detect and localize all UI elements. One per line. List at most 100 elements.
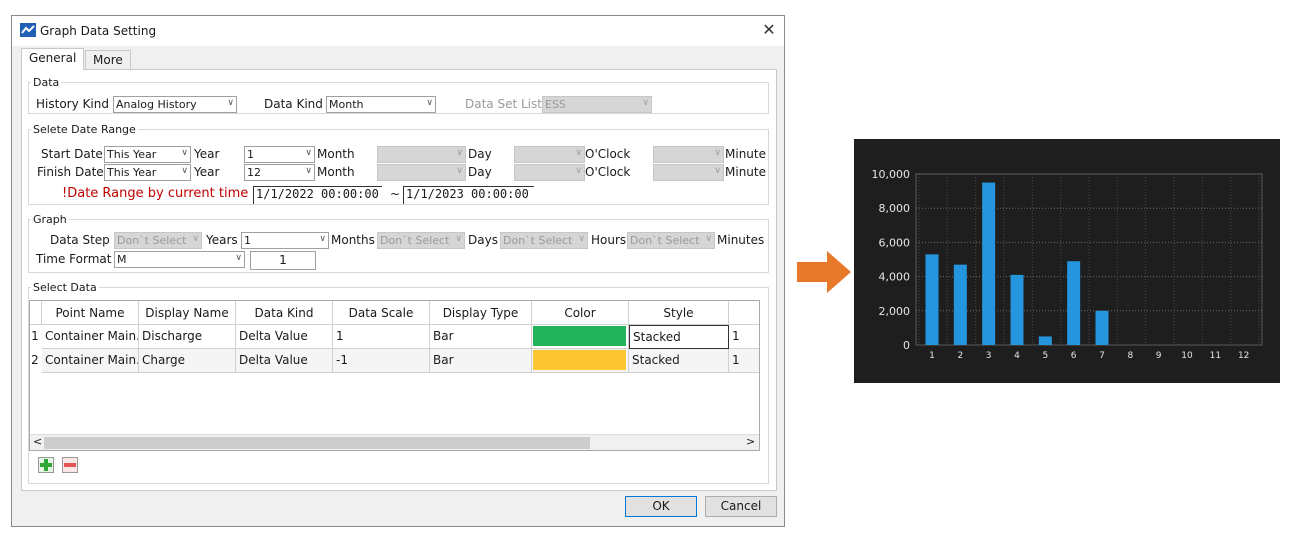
chevron-down-icon: ∨: [575, 166, 582, 176]
tab-general[interactable]: General: [21, 48, 85, 70]
date-range-note: !Date Range by current time :: [62, 186, 257, 201]
start-year-select[interactable]: This Year ∨: [104, 146, 191, 163]
finish-month-select[interactable]: 12 ∨: [244, 164, 315, 181]
col-extra[interactable]: [729, 301, 759, 325]
chevron-down-icon: ∨: [181, 166, 188, 176]
bar: [1038, 336, 1052, 345]
chevron-down-icon: ∨: [192, 234, 199, 244]
table-cell-style[interactable]: Stacked: [629, 325, 729, 349]
remove-row-button[interactable]: [62, 457, 78, 473]
x-tick-label: 8: [1127, 351, 1133, 361]
tab-more[interactable]: More: [85, 50, 131, 71]
finish-month-value: 12: [247, 166, 261, 179]
start-day-select: ∨: [377, 146, 466, 163]
table-cell-point[interactable]: Container Main....: [42, 325, 139, 349]
table-cell-extra[interactable]: 1: [729, 349, 759, 373]
history-kind-select[interactable]: Analog History ∨: [113, 96, 237, 113]
scroll-right-icon[interactable]: >: [746, 435, 755, 448]
data-step-select: Don`t Select ∨: [114, 232, 202, 249]
x-tick-label: 12: [1238, 351, 1249, 361]
history-kind-value: Analog History: [116, 98, 197, 111]
date-range-legend: Selete Date Range: [33, 123, 136, 136]
col-display-type[interactable]: Display Type: [430, 301, 532, 325]
table-cell-kind[interactable]: Delta Value: [236, 325, 333, 349]
start-month-select[interactable]: 1 ∨: [244, 146, 315, 163]
table-cell-extra[interactable]: 1: [729, 325, 759, 349]
y-tick-label: 6,000: [879, 236, 911, 249]
x-axis: 1 2 3 4 5 6 7 8 9 10 11 12: [929, 351, 1249, 361]
table-cell-color[interactable]: [532, 349, 629, 373]
select-data-grid: Point Name Display Name Data Kind Data S…: [29, 300, 760, 451]
months-select: Don`t Select ∨: [377, 232, 465, 249]
finish-day-label: Day: [468, 165, 492, 179]
data-kind-value: Month: [329, 98, 364, 111]
months-value: Don`t Select: [380, 234, 450, 247]
chevron-down-icon: ∨: [642, 98, 649, 108]
x-tick-label: 9: [1156, 351, 1162, 361]
table-cell-display[interactable]: Discharge: [139, 325, 236, 349]
chart-bars: [925, 182, 1109, 345]
chevron-down-icon: ∨: [578, 234, 585, 244]
close-button[interactable]: ✕: [760, 20, 778, 40]
years-value: 1: [244, 234, 251, 247]
data-kind-select[interactable]: Month ∨: [326, 96, 436, 113]
cancel-button[interactable]: Cancel: [705, 496, 777, 517]
time-format-value: M: [117, 253, 127, 266]
col-data-scale[interactable]: Data Scale: [333, 301, 430, 325]
table-cell-display[interactable]: Charge: [139, 349, 236, 373]
years-select[interactable]: 1 ∨: [241, 232, 329, 249]
chevron-down-icon: ∨: [426, 98, 433, 108]
chart-gridlines: [915, 173, 1263, 346]
ok-button[interactable]: OK: [625, 496, 697, 517]
table-cell-kind[interactable]: Delta Value: [236, 349, 333, 373]
table-cell-scale[interactable]: 1: [333, 325, 430, 349]
days-select: Don`t Select ∨: [500, 232, 588, 249]
horizontal-scrollbar[interactable]: < >: [30, 434, 759, 450]
col-color[interactable]: Color: [532, 301, 629, 325]
table-cell-type[interactable]: Bar: [430, 349, 532, 373]
scrollbar-thumb[interactable]: [44, 437, 590, 449]
x-tick-label: 4: [1014, 351, 1020, 361]
x-tick-label: 6: [1071, 351, 1077, 361]
y-tick-label: 0: [903, 339, 910, 352]
col-data-kind[interactable]: Data Kind: [236, 301, 333, 325]
y-tick-label: 8,000: [879, 202, 911, 215]
bar-chart: 02,0004,0006,0008,00010,000 1 2 3 4 5 6 7 8 9 10 1…: [872, 168, 1263, 361]
chevron-down-icon: ∨: [305, 148, 312, 158]
col-display-name[interactable]: Display Name: [139, 301, 236, 325]
data-set-list-value: ESS: [545, 98, 566, 111]
table-cell-point[interactable]: Container Main....: [42, 349, 139, 373]
col-point-name[interactable]: Point Name: [42, 301, 139, 325]
days-value: Don`t Select: [503, 234, 573, 247]
finish-year-select[interactable]: This Year ∨: [104, 164, 191, 181]
finish-oclock-label: O'Clock: [585, 165, 631, 179]
data-kind-label: Data Kind :: [264, 97, 331, 111]
scroll-left-icon[interactable]: <: [33, 435, 42, 448]
x-tick-label: 10: [1181, 351, 1193, 361]
chevron-down-icon: ∨: [227, 98, 234, 108]
y-axis: 0 2,000 4,000 6,000 8,000 10,000: [872, 168, 911, 352]
start-oclock-label: O'Clock: [585, 147, 631, 161]
col-style[interactable]: Style: [629, 301, 729, 325]
add-row-button[interactable]: [38, 457, 54, 473]
finish-year-value: This Year: [107, 166, 157, 179]
bar: [953, 264, 967, 345]
arrow-right-icon: [797, 251, 851, 293]
select-data-legend: Select Data: [33, 281, 97, 294]
time-format-number[interactable]: 1: [250, 251, 316, 270]
table-cell-color[interactable]: [532, 325, 629, 349]
app-icon: [20, 23, 36, 37]
finish-month-label: Month: [317, 165, 355, 179]
table-cell-scale[interactable]: -1: [333, 349, 430, 373]
chevron-down-icon: ∨: [705, 234, 712, 244]
time-format-select[interactable]: M ∨: [114, 251, 245, 268]
chevron-down-icon: ∨: [456, 148, 463, 158]
chevron-down-icon: ∨: [181, 148, 188, 158]
bar: [1010, 274, 1024, 345]
grid-corner: [30, 301, 42, 325]
table-cell-style[interactable]: Stacked: [629, 349, 729, 373]
x-tick-label: 3: [986, 351, 992, 361]
table-cell-type[interactable]: Bar: [430, 325, 532, 349]
minus-icon: [64, 463, 76, 467]
range-tilde: ~: [390, 187, 401, 201]
